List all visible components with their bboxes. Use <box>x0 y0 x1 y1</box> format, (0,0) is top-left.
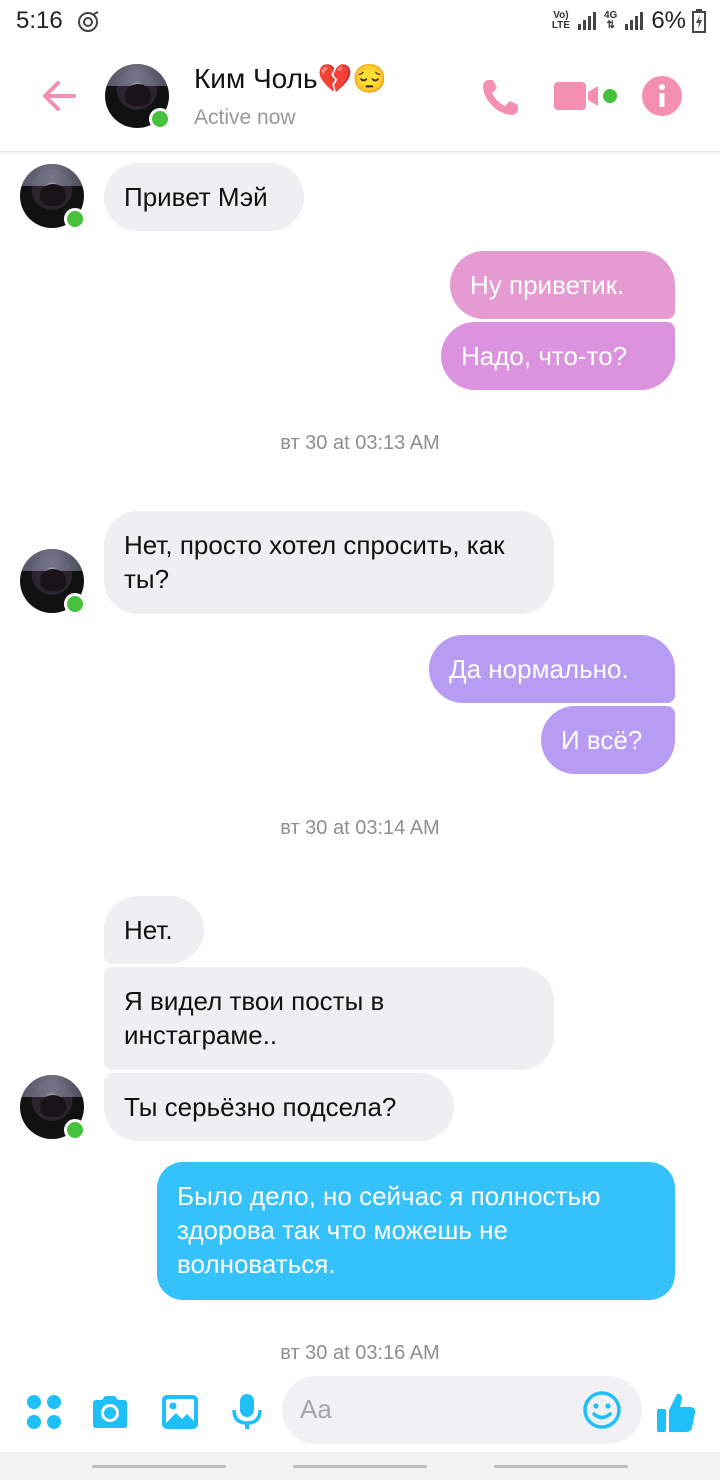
video-call-icon[interactable] <box>552 78 620 114</box>
nav-recents-button[interactable] <box>92 1465 226 1468</box>
emoji-icon[interactable] <box>582 1390 622 1430</box>
message-input-placeholder: Aa <box>300 1394 332 1424</box>
outgoing-message[interactable]: И всё? <box>541 706 675 774</box>
message-timestamp: вт 30 at 03:14 AM <box>280 817 440 839</box>
message-input[interactable]: Aa <box>282 1376 642 1444</box>
volte-bottom: LTE <box>551 20 570 31</box>
sender-avatar[interactable] <box>20 164 86 230</box>
outgoing-message[interactable]: Да нормально. <box>429 635 675 703</box>
contact-name[interactable]: Ким Чоль💔😔 <box>194 62 387 95</box>
outgoing-message[interactable]: Надо, что-то? <box>441 322 675 390</box>
signal-icon <box>577 12 596 30</box>
online-indicator <box>64 1119 86 1141</box>
contact-status: Active now <box>194 106 296 129</box>
sender-avatar[interactable] <box>20 549 86 615</box>
message-timestamp: вт 30 at 03:13 AM <box>280 432 440 454</box>
gallery-icon[interactable] <box>160 1392 200 1432</box>
status-indicators: Vo) LTE 4G ⇅ 6% <box>552 7 706 35</box>
incoming-message[interactable]: Привет Мэй <box>104 163 304 231</box>
battery-charging-icon <box>692 9 706 33</box>
incoming-message[interactable]: Нет. <box>104 896 204 964</box>
camera-icon[interactable] <box>90 1392 130 1432</box>
microphone-icon[interactable] <box>227 1392 267 1432</box>
signal-icon-2 <box>625 12 644 30</box>
message-composer: Aa <box>0 1372 720 1452</box>
nav-home-button[interactable] <box>293 1465 427 1468</box>
contact-avatar[interactable] <box>105 64 171 130</box>
sender-avatar[interactable] <box>20 1075 86 1141</box>
incoming-message[interactable]: Ты серьёзно подсела? <box>104 1073 454 1141</box>
status-time: 5:16 <box>16 7 63 34</box>
online-indicator <box>149 108 171 130</box>
incoming-message[interactable]: Я видел твои посты в инстаграме.. <box>104 967 554 1070</box>
data-arrows-icon: ⇅ <box>606 20 615 31</box>
online-indicator <box>64 208 86 230</box>
back-arrow-icon[interactable] <box>38 74 82 118</box>
outgoing-message[interactable]: Ну приветик. <box>450 251 675 319</box>
apps-icon[interactable] <box>24 1392 64 1432</box>
volte-indicator: Vo) LTE <box>552 11 570 31</box>
status-bar: 5:16 Vo) LTE 4G ⇅ 6% <box>0 0 720 44</box>
conversation-header: Ким Чоль💔😔 Active now <box>0 44 720 152</box>
message-timestamp: вт 30 at 03:16 AM <box>280 1342 440 1364</box>
system-navigation-bar <box>0 1452 720 1480</box>
network-indicator: 4G ⇅ <box>604 11 617 31</box>
outgoing-message[interactable]: Было дело, но сейчас я полностью здорова… <box>157 1162 675 1300</box>
phone-call-icon[interactable] <box>478 74 524 120</box>
thumbs-up-icon[interactable] <box>655 1390 697 1434</box>
info-icon[interactable] <box>640 74 684 118</box>
incoming-message[interactable]: Нет, просто хотел спросить, как ты? <box>104 511 554 614</box>
battery-percent: 6% <box>651 7 686 34</box>
sync-icon <box>78 11 99 32</box>
online-indicator <box>64 593 86 615</box>
nav-back-button[interactable] <box>494 1465 628 1468</box>
